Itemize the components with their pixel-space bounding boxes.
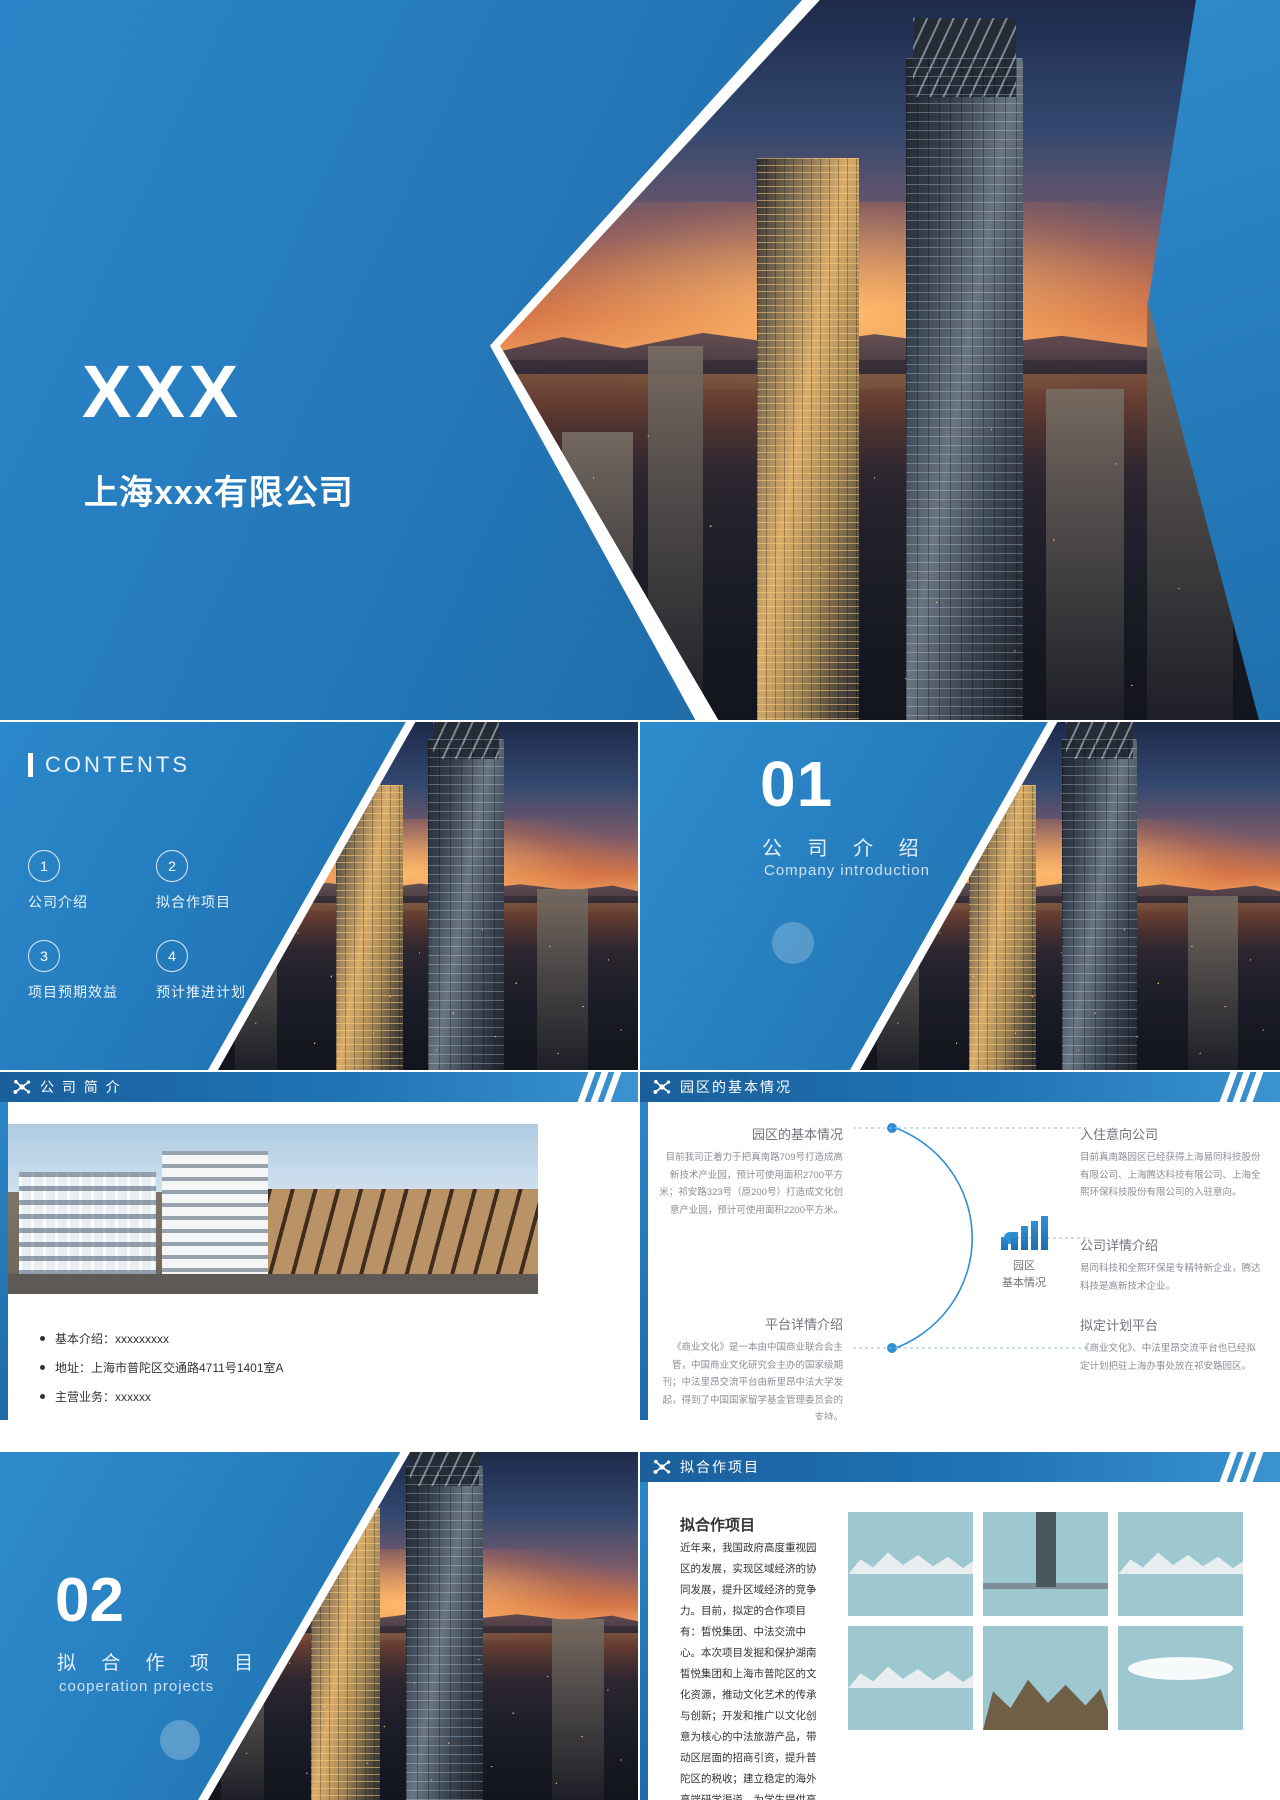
cooperation-title: 拟合作项目	[680, 1517, 756, 1534]
cooperation-header: 拟合作项目	[640, 1452, 1280, 1482]
bullet-text-3: 主营业务：xxxxxx	[55, 1390, 152, 1404]
cover-city-photo	[500, 0, 1280, 720]
section-two-title-en: cooperation projects	[59, 1678, 215, 1695]
park-block-1-title: 园区的基本情况	[751, 1127, 843, 1142]
contents-number-3: 3	[28, 940, 60, 972]
slide-cover: XXX 上海xxx有限公司	[0, 0, 1280, 720]
molecule-icon	[652, 1078, 672, 1096]
contents-label-3: 项目预期效益	[28, 984, 118, 1000]
gallery-photo-2[interactable]	[983, 1512, 1108, 1616]
cooperation-body: 近年来，我国政府高度重视园区的发展，实现区域经济的协同发展，提升区域经济的竞争力…	[680, 1542, 817, 1800]
gallery-photo-5[interactable]	[983, 1626, 1108, 1730]
header-slashes	[577, 1072, 622, 1102]
bullet-dot	[40, 1336, 45, 1341]
park-block-1: 园区的基本情况 目前我司正着力于把真南路709号打造成高新技术产业园，预计可使用…	[658, 1124, 843, 1219]
park-overview-left-accent	[640, 1102, 648, 1420]
park-block-4: 公司详情介绍 易同科技和全熙环保是专精特新企业，腾达科技是高新技术企业。	[1080, 1235, 1265, 1295]
molecule-icon	[652, 1458, 672, 1476]
park-ring-diagram: 园区 基本情况	[850, 1108, 1090, 1368]
contents-item-1[interactable]: 1 公司介绍	[28, 850, 156, 912]
bullet-dot	[40, 1365, 45, 1370]
section-one-number: 01	[760, 748, 834, 820]
slide-cooperation-projects: 拟合作项目 拟合作项目 近年来，我国政府高度重视园区的发展，实现区域经济的协同发…	[640, 1452, 1280, 1800]
bullet-dot	[40, 1394, 45, 1399]
slide-contents: CONTENTS 1 公司介绍 2 拟合作项目 3 项目预期效益 4 预计推进计…	[0, 722, 638, 1070]
slide-section-two: 02 拟 合 作 项 目 cooperation projects	[0, 1452, 638, 1800]
contents-label: CONTENTS	[45, 752, 190, 777]
section-two-number: 02	[55, 1566, 124, 1635]
section-two-title-cn: 拟 合 作 项 目	[57, 1653, 264, 1674]
park-block-2: 平台详情介绍 《商业文化》是一本由中国商业联合会主管，中国商业文化研究会主办的国…	[658, 1314, 843, 1420]
park-center-line-1: 园区	[1013, 1260, 1035, 1272]
contents-item-3[interactable]: 3 项目预期效益	[28, 940, 156, 1002]
park-block-4-title: 公司详情介绍	[1080, 1238, 1159, 1253]
park-center-label: 园区 基本情况	[964, 1216, 1084, 1291]
park-block-5: 拟定计划平台 《商业文化》、中法里昂交流平台也已经拟定计划把驻上海办事处放在祁安…	[1080, 1315, 1265, 1375]
section-one-title-en: Company introduction	[764, 862, 930, 879]
section-one-title-cn: 公 司 介 绍	[762, 838, 929, 860]
contents-list: 1 公司介绍 2 拟合作项目 3 项目预期效益 4 预计推进计划	[28, 850, 328, 1030]
section-two-bubble	[160, 1720, 200, 1760]
contents-item-4[interactable]: 4 预计推进计划	[156, 940, 284, 1002]
park-block-3-text: 目前真南路园区已经获得上海易同科技股份有限公司、上海腾达科技有限公司、上海全熙环…	[1080, 1152, 1261, 1199]
gallery-photo-4[interactable]	[848, 1626, 973, 1730]
park-center-line-2: 基本情况	[1002, 1276, 1046, 1289]
company-profile-bullets: 基本介绍：xxxxxxxxx 地址：上海市普陀区交通路4711号1401室A 主…	[40, 1330, 284, 1417]
gallery-photo-1[interactable]	[848, 1512, 973, 1616]
contents-label-2: 拟合作项目	[156, 894, 231, 910]
gallery-photo-6[interactable]	[1118, 1626, 1243, 1730]
section-two-city-photo	[208, 1452, 638, 1800]
cooperation-left-accent	[640, 1482, 648, 1800]
molecule-icon	[12, 1078, 32, 1096]
list-item: 基本介绍：xxxxxxxxx	[40, 1330, 284, 1347]
park-block-4-text: 易同科技和全熙环保是专精特新企业，腾达科技是高新技术企业。	[1080, 1263, 1261, 1292]
company-profile-header: 公 司 简 介	[0, 1072, 638, 1102]
park-block-5-text: 《商业文化》、中法里昂交流平台也已经拟定计划把驻上海办事处放在祁安路园区。	[1080, 1343, 1256, 1372]
bullet-text-2: 地址：上海市普陀区交通路4711号1401室A	[55, 1361, 284, 1375]
gallery-photo-3[interactable]	[1118, 1512, 1243, 1616]
office-building-photo	[8, 1124, 538, 1294]
contents-accent-bar	[28, 753, 33, 777]
cooperation-header-title: 拟合作项目	[680, 1459, 760, 1475]
park-block-3: 入住意向公司 目前真南路园区已经获得上海易同科技股份有限公司、上海腾达科技有限公…	[1080, 1124, 1265, 1202]
park-block-2-title: 平台详情介绍	[764, 1317, 843, 1332]
slide-section-one: 01 公 司 介 绍 Company introduction	[640, 722, 1280, 1070]
bullet-text-1: 基本介绍：xxxxxxxxx	[55, 1332, 170, 1346]
contents-number-1: 1	[28, 850, 60, 882]
contents-number-4: 4	[156, 940, 188, 972]
cover-subtitle: 上海xxx有限公司	[84, 474, 354, 512]
contents-number-2: 2	[156, 850, 188, 882]
list-item: 地址：上海市普陀区交通路4711号1401室A	[40, 1359, 284, 1376]
park-overview-header: 园区的基本情况	[640, 1072, 1280, 1102]
cover-title: XXX	[82, 350, 243, 433]
header-slashes	[1219, 1452, 1264, 1482]
park-block-5-title: 拟定计划平台	[1080, 1318, 1159, 1333]
header-slashes	[1219, 1072, 1264, 1102]
slide-company-profile: 公 司 简 介 基本介绍：xxxxxxxxx 地址：上海市普陀区交通路4711号…	[0, 1072, 638, 1420]
cooperation-photo-grid	[848, 1512, 1243, 1730]
section-one-city-photo	[860, 722, 1280, 1070]
company-profile-header-title: 公 司 简 介	[40, 1079, 122, 1095]
park-block-3-title: 入住意向公司	[1080, 1127, 1159, 1142]
contents-item-2[interactable]: 2 拟合作项目	[156, 850, 284, 912]
park-overview-header-title: 园区的基本情况	[680, 1079, 792, 1095]
presentation-deck: XXX 上海xxx有限公司 CONTENTS 1 公司介绍 2 拟合作项目 3 …	[0, 0, 1280, 1800]
contents-label-1: 公司介绍	[28, 894, 88, 910]
park-block-1-text: 目前我司正着力于把真南路709号打造成高新技术产业园，预计可使用面积2700平方…	[659, 1152, 843, 1216]
contents-label-4: 预计推进计划	[156, 984, 246, 1000]
slide-park-overview: 园区的基本情况 园区的基本情况 目前我司正着力于把真南路709号打造成高新技术产…	[640, 1072, 1280, 1420]
bar-chart-icon	[964, 1216, 1084, 1250]
list-item: 主营业务：xxxxxx	[40, 1388, 284, 1405]
section-one-bubble	[772, 922, 814, 964]
contents-heading: CONTENTS	[28, 752, 190, 778]
company-profile-left-accent	[0, 1102, 8, 1420]
park-block-2-text: 《商业文化》是一本由中国商业联合会主管，中国商业文化研究会主办的国家级期刊；中法…	[662, 1342, 843, 1420]
